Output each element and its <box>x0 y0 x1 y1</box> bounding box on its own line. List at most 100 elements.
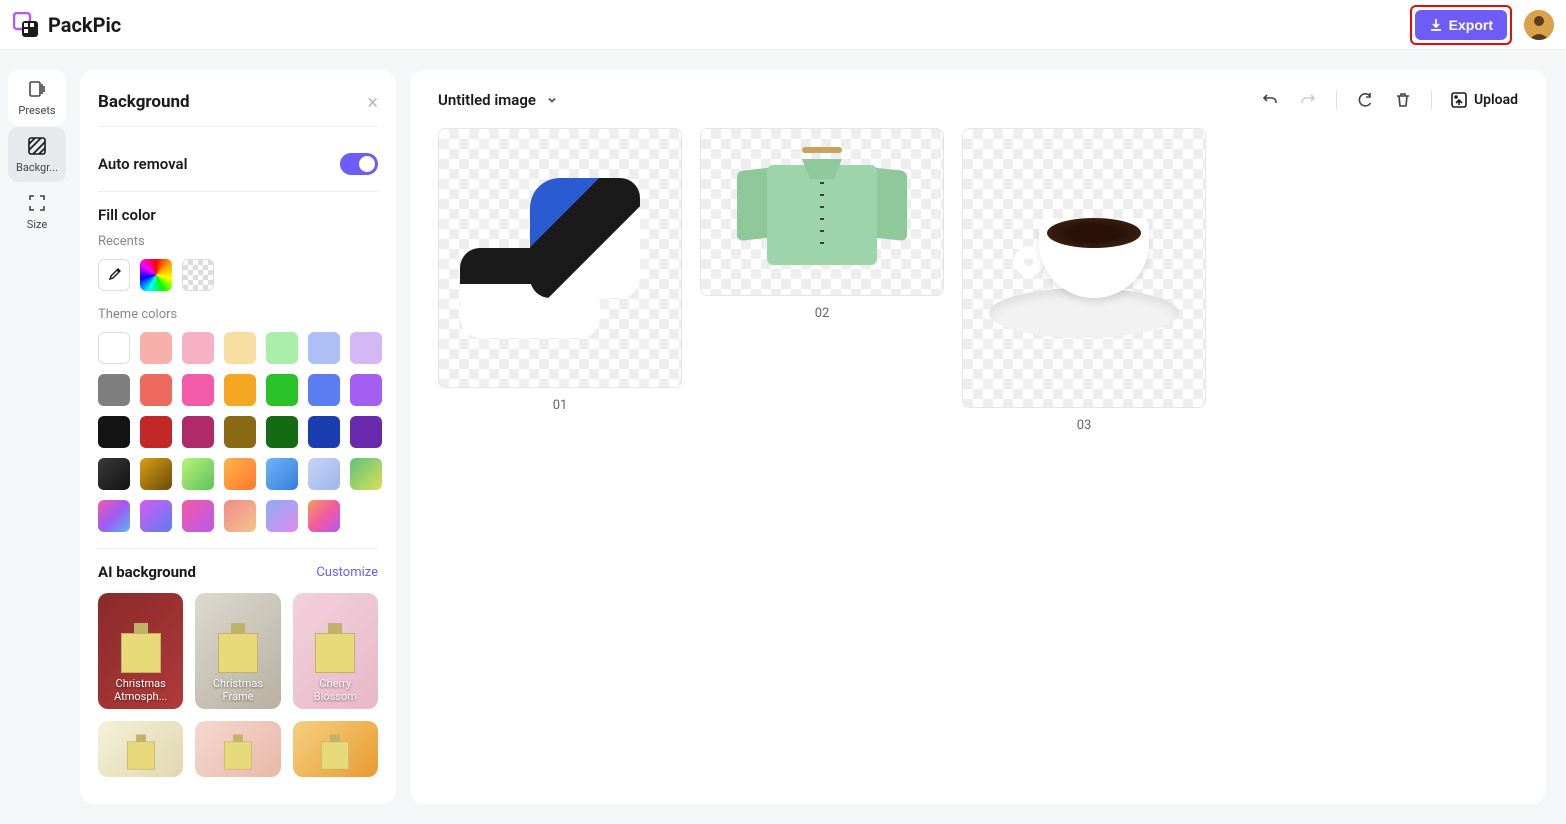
theme-swatch[interactable] <box>308 374 340 406</box>
ai-background-card[interactable]: Christmas Frame <box>195 593 280 709</box>
ai-background-card[interactable]: Cherry Blossom <box>293 593 378 709</box>
auto-removal-toggle[interactable] <box>340 153 378 175</box>
ai-background-card[interactable] <box>293 721 378 777</box>
theme-swatch[interactable] <box>350 416 382 448</box>
logo[interactable]: PackPic <box>12 11 121 39</box>
theme-swatch[interactable] <box>182 374 214 406</box>
export-label: Export <box>1449 17 1493 33</box>
theme-swatch[interactable] <box>350 374 382 406</box>
thumbnail-image-02 <box>700 128 944 296</box>
redo-button[interactable] <box>1298 90 1318 110</box>
theme-swatch[interactable] <box>266 416 298 448</box>
thumbnail-image-01 <box>438 128 682 388</box>
theme-swatch[interactable] <box>308 416 340 448</box>
rail-presets-label: Presets <box>18 104 55 117</box>
ai-background-card[interactable]: Christmas Atmosph... <box>98 593 183 709</box>
auto-removal-label: Auto removal <box>98 155 187 173</box>
rail-background[interactable]: Backgr... <box>8 127 66 182</box>
recents-row <box>98 259 378 291</box>
size-icon <box>26 192 48 214</box>
theme-swatch[interactable] <box>308 332 340 364</box>
theme-swatch[interactable] <box>224 374 256 406</box>
thumbnail-number-01: 01 <box>553 398 568 413</box>
theme-swatch[interactable] <box>98 374 130 406</box>
presets-icon <box>26 78 48 100</box>
close-icon[interactable]: × <box>367 90 378 114</box>
theme-swatch[interactable] <box>266 374 298 406</box>
logo-icon <box>12 11 40 39</box>
cup-illustration <box>984 188 1184 348</box>
theme-swatch[interactable] <box>224 332 256 364</box>
panel-title: Background <box>98 92 190 112</box>
ai-background-title: AI background <box>98 563 196 581</box>
thumbnail-image-03 <box>962 128 1206 408</box>
theme-colors-label: Theme colors <box>98 307 378 322</box>
theme-swatch[interactable] <box>266 500 298 532</box>
theme-swatch[interactable] <box>308 458 340 490</box>
export-highlight-box: Export <box>1410 5 1512 45</box>
eyedropper-button[interactable] <box>98 259 130 291</box>
recents-label: Recents <box>98 234 378 249</box>
upload-button[interactable]: Upload <box>1450 91 1518 109</box>
background-icon <box>26 135 48 157</box>
ai-background-card[interactable] <box>195 721 280 777</box>
fill-color-title: Fill color <box>98 206 378 224</box>
theme-colors-grid <box>98 332 378 532</box>
theme-swatch[interactable] <box>224 458 256 490</box>
theme-swatch[interactable] <box>350 458 382 490</box>
thumbnail-number-03: 03 <box>1077 418 1092 433</box>
divider <box>98 548 378 549</box>
thumbnail-03[interactable]: 03 <box>962 128 1206 433</box>
theme-swatch[interactable] <box>182 416 214 448</box>
undo-button[interactable] <box>1260 90 1280 110</box>
theme-swatch[interactable] <box>182 332 214 364</box>
thumbnail-01[interactable]: 01 <box>438 128 682 413</box>
theme-swatch[interactable] <box>140 332 172 364</box>
theme-swatch[interactable] <box>350 332 382 364</box>
delete-button[interactable] <box>1393 90 1413 110</box>
main: Presets Backgr... Size Background × Auto… <box>0 50 1566 824</box>
theme-swatch[interactable] <box>98 458 130 490</box>
avatar[interactable] <box>1524 10 1554 40</box>
document-title: Untitled image <box>438 91 536 109</box>
color-picker-swatch[interactable] <box>140 259 172 291</box>
canvas-area: Untitled image <box>410 70 1546 804</box>
header-actions: Export <box>1410 5 1554 45</box>
rail-size[interactable]: Size <box>8 184 66 239</box>
theme-swatch[interactable] <box>308 500 340 532</box>
theme-swatch[interactable] <box>266 458 298 490</box>
canvas-tools: Upload <box>1260 90 1518 110</box>
theme-swatch[interactable] <box>140 374 172 406</box>
theme-swatch[interactable] <box>140 458 172 490</box>
rail-presets[interactable]: Presets <box>8 70 66 125</box>
panel-header: Background × <box>98 90 378 127</box>
refresh-button[interactable] <box>1355 90 1375 110</box>
background-panel: Background × Auto removal Fill color Rec… <box>80 70 396 804</box>
chevron-down-icon <box>546 94 558 106</box>
theme-swatch[interactable] <box>98 500 130 532</box>
theme-swatch[interactable] <box>182 458 214 490</box>
ai-background-grid: Christmas Atmosph...Christmas FrameCherr… <box>98 593 378 709</box>
ai-background-header: AI background Customize <box>98 563 378 581</box>
theme-swatch[interactable] <box>98 332 130 364</box>
download-icon <box>1429 18 1443 32</box>
auto-removal-row: Auto removal <box>98 143 378 192</box>
theme-swatch[interactable] <box>140 500 172 532</box>
ai-background-card[interactable] <box>98 721 183 777</box>
app-header: PackPic Export <box>0 0 1566 50</box>
theme-swatch[interactable] <box>140 416 172 448</box>
export-button[interactable]: Export <box>1415 10 1507 40</box>
theme-swatch[interactable] <box>182 500 214 532</box>
canvas-toolbar: Untitled image <box>438 90 1518 110</box>
theme-swatch[interactable] <box>98 416 130 448</box>
shirt-illustration <box>737 147 907 277</box>
thumbnail-02[interactable]: 02 <box>700 128 944 321</box>
theme-swatch[interactable] <box>266 332 298 364</box>
customize-link[interactable]: Customize <box>316 565 378 580</box>
theme-swatch[interactable] <box>224 416 256 448</box>
app-name: PackPic <box>48 13 121 37</box>
document-title-dropdown[interactable]: Untitled image <box>438 91 558 109</box>
divider <box>1431 90 1432 110</box>
theme-swatch[interactable] <box>224 500 256 532</box>
transparent-swatch[interactable] <box>182 259 214 291</box>
